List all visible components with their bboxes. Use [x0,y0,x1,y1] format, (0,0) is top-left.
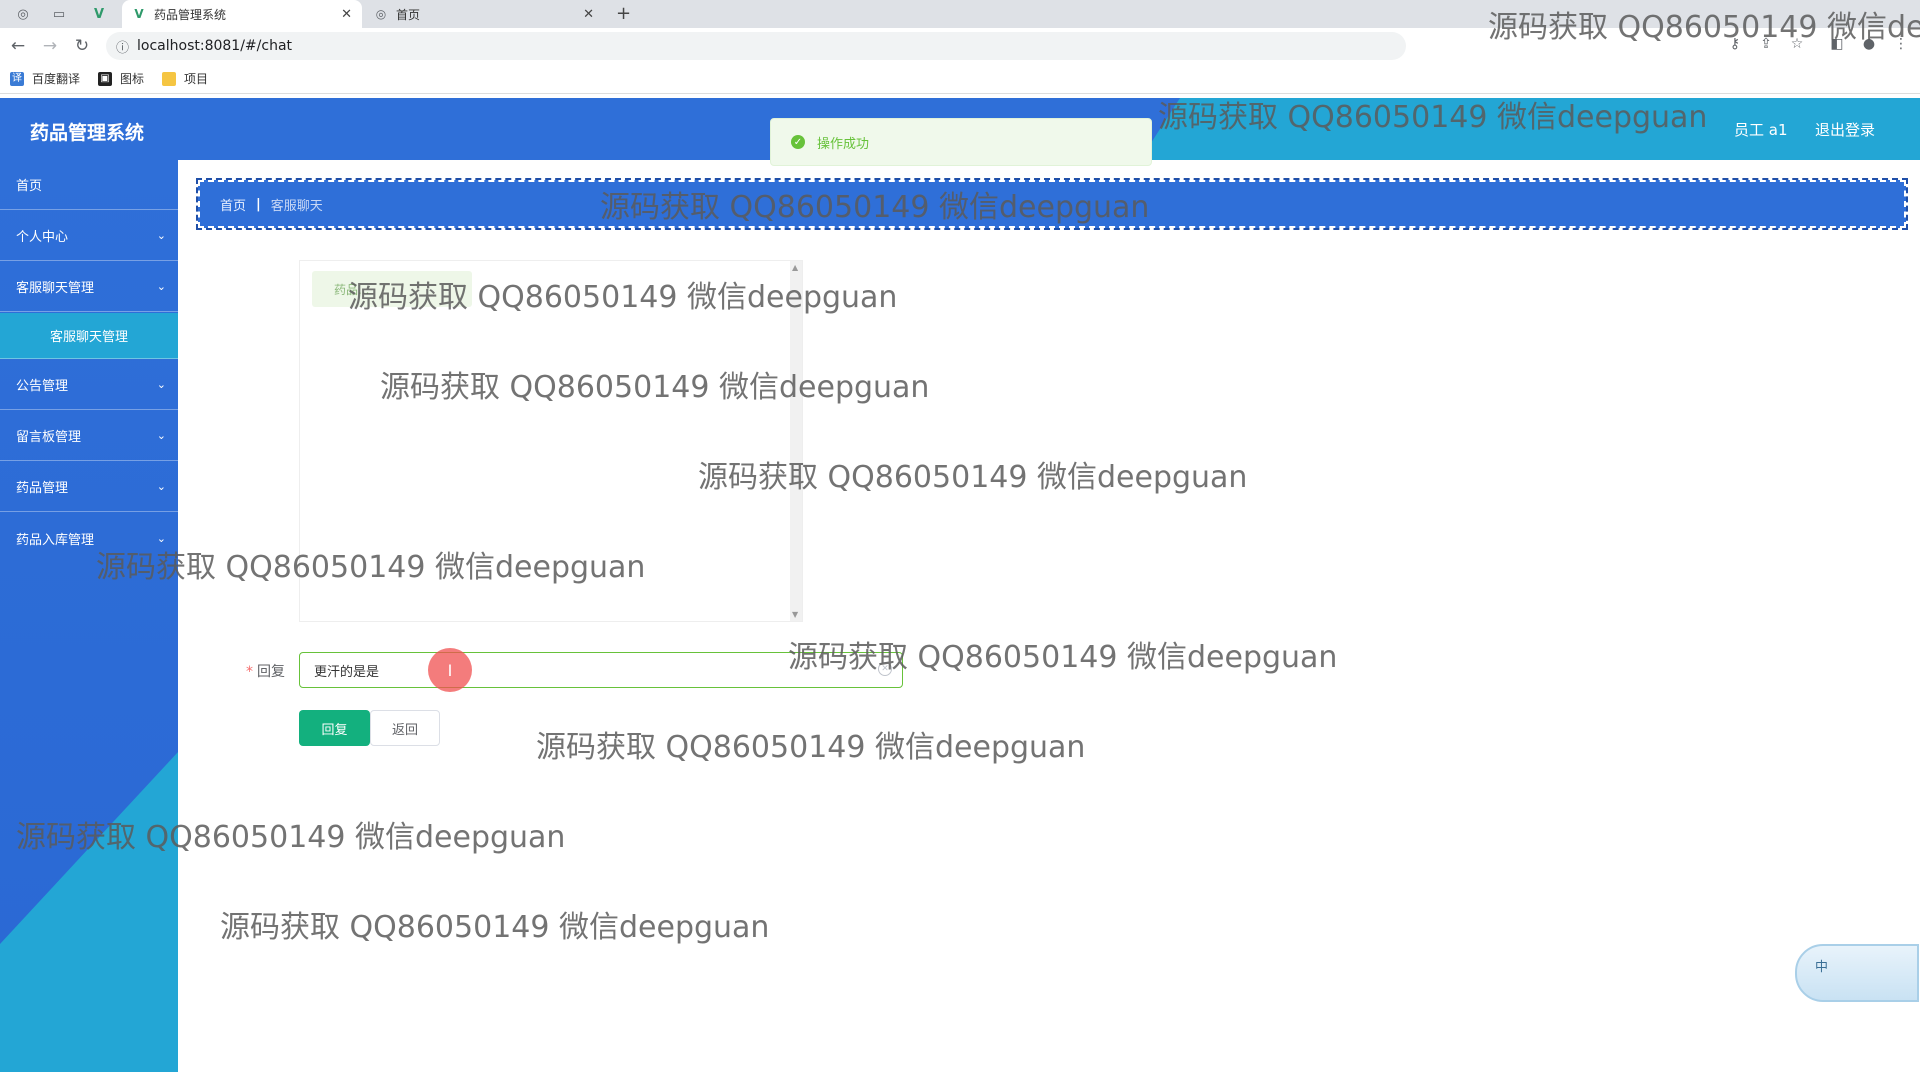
back-button[interactable]: 返回 [370,710,440,746]
chevron-down-icon: ⌄ [156,531,166,545]
watermark: 源码获取 QQ86050149 微信deepguan [536,730,1086,765]
user-name: 员工 a1 [1734,121,1788,139]
vue-icon: V [134,7,144,21]
success-toast: ✓ 操作成功 [770,118,1152,166]
sidebar-item-stock-in[interactable]: 药品入库管理 ⌄ [0,513,178,563]
url-text: localhost:8081/#/chat [137,38,293,54]
new-tab-button[interactable]: + [616,3,631,24]
chevron-down-icon: ⌄ [156,280,166,293]
sidebar-item-home[interactable]: 首页 [0,160,178,210]
ime-mode: 中 [1815,960,1829,975]
tab-active[interactable]: V 药品管理系统 ✕ [122,0,362,28]
reply-label: * 回复 [246,664,285,680]
tab-title: 药品管理系统 [154,7,227,22]
sidebar-item-notice[interactable]: 公告管理 ⌄ [0,360,178,410]
pinned-tab-icon[interactable]: ◎ [12,4,34,24]
scroll-down-icon[interactable]: ▼ [792,610,798,619]
ime-widget[interactable]: 中 [1795,944,1919,1002]
sidebar-subitem-chat[interactable]: 客服聊天管理 [0,313,178,359]
chevron-down-icon: ⌄ [156,378,166,391]
bookmark-item[interactable]: ▣ 图标 [98,70,144,87]
clear-icon[interactable]: ✕ [878,662,892,676]
bookmarks-bar: 译 百度翻译 ▣ 图标 项目 [0,64,1920,94]
forward-icon[interactable]: → [40,36,60,56]
sidebar-decoration [0,752,178,1072]
folder-icon [162,71,177,86]
chat-scrollbar[interactable]: ▲ ▼ [790,261,802,621]
tab-inactive[interactable]: ◎ 首页 ✕ [364,0,604,28]
bookmark-item[interactable]: 项目 [162,70,208,87]
text-cursor-icon: I [428,648,472,692]
sidebar-item-profile[interactable]: 个人中心 ⌄ [0,211,178,261]
toast-message: 操作成功 [817,136,870,152]
star-icon[interactable]: ☆ [1788,36,1806,52]
vue-tab-icon[interactable]: V [88,4,110,24]
image-icon: ▣ [98,71,113,86]
sidebar-item-drugs[interactable]: 药品管理 ⌄ [0,462,178,512]
chevron-down-icon: ⌄ [156,480,166,493]
required-mark: * [246,664,253,680]
key-icon[interactable]: ⚷ [1726,36,1744,52]
back-icon[interactable]: ← [8,36,28,56]
tab-title: 首页 [396,7,421,22]
watermark: 源码获取 QQ86050149 微信deepguan [220,910,770,945]
url-field[interactable]: ⓘ localhost:8081/#/chat [106,32,1406,60]
breadcrumb: 首页 | 客服聊天 [196,178,1908,230]
header-accent [1140,98,1920,160]
logout-link[interactable]: 退出登录 [1815,119,1875,140]
chevron-down-icon: ⌄ [156,229,166,242]
share-icon[interactable]: ⇪ [1757,36,1775,52]
app-title: 药品管理系统 [30,122,145,144]
sidebar: 首页 个人中心 ⌄ 客服聊天管理 ⌄ 客服聊天管理 公告管理 ⌄ 留言板管理 ⌄… [0,160,178,1072]
chat-message: 药品... [312,271,472,307]
side-panel-icon[interactable]: ◧ [1828,36,1846,52]
check-icon: ✓ [791,135,805,149]
close-icon[interactable]: ✕ [583,7,594,22]
breadcrumb-separator: | [256,196,261,212]
menu-icon[interactable]: ⋮ [1892,36,1910,52]
chevron-down-icon: ⌄ [156,429,166,442]
reply-button[interactable]: 回复 [299,710,370,746]
globe-icon: ◎ [375,7,387,21]
close-icon[interactable]: ✕ [341,7,352,22]
translate-icon: 译 [10,71,24,86]
profile-icon[interactable]: ● [1860,36,1878,52]
bookmark-item[interactable]: 译 百度翻译 [10,70,80,87]
sidebar-item-messages[interactable]: 留言板管理 ⌄ [0,411,178,461]
sidebar-item-chat[interactable]: 客服聊天管理 ⌄ [0,262,178,312]
info-icon: ⓘ [116,40,130,56]
chat-history[interactable]: 药品... ▲ ▼ [299,260,803,622]
reload-icon[interactable]: ↻ [72,36,92,56]
breadcrumb-home[interactable]: 首页 [220,195,246,214]
scroll-up-icon[interactable]: ▲ [792,263,798,272]
reply-input[interactable] [299,652,903,688]
breadcrumb-current: 客服聊天 [270,198,323,214]
pinned-tab-icon[interactable]: ▭ [48,4,70,24]
